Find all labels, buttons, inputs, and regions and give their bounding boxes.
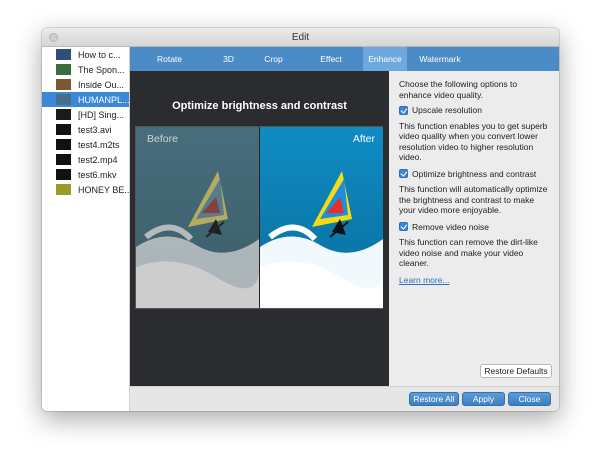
file-label: test2.mp4 <box>78 154 118 165</box>
file-label: HONEY BE... <box>78 184 129 195</box>
window-title: Edit <box>291 32 310 43</box>
upscale-resolution-checkbox[interactable] <box>399 105 408 115</box>
file-item[interactable]: test3.avi <box>42 122 129 137</box>
close-window-button[interactable] <box>49 33 58 42</box>
file-item[interactable]: HONEY BE... <box>42 182 129 197</box>
checkbox-label: Upscale resolution <box>412 105 482 115</box>
remove-noise-option[interactable]: Remove video noise <box>399 222 550 233</box>
file-list: How to c... The Spon... Inside Ou... HUM… <box>42 47 130 411</box>
title-bar: Edit <box>42 28 559 47</box>
restore-all-button[interactable]: Restore All <box>409 392 459 406</box>
tab-enhance[interactable]: Enhance <box>363 47 407 71</box>
file-label: test3.avi <box>78 124 112 135</box>
file-item[interactable]: test4.m2ts <box>42 137 129 152</box>
edit-window: Edit How to c... The Spon... Inside Ou..… <box>42 28 559 411</box>
file-label: Inside Ou... <box>78 79 125 90</box>
video-thumbnail-icon <box>56 49 71 60</box>
comparison-frame: Before After <box>135 126 383 309</box>
video-thumbnail-icon <box>56 184 71 195</box>
preview-title: Optimize brightness and contrast <box>172 100 347 112</box>
tab-watermark[interactable]: Watermark <box>407 47 473 71</box>
video-thumbnail-icon <box>56 139 71 150</box>
video-thumbnail-icon <box>56 79 71 90</box>
preview-panel: Optimize brightness and contrast Before … <box>130 71 389 386</box>
enhance-options-panel: Choose the following options to enhance … <box>389 71 559 386</box>
file-item[interactable]: The Spon... <box>42 62 129 77</box>
video-thumbnail-icon <box>56 124 71 135</box>
close-button[interactable]: Close <box>508 392 551 406</box>
before-label: Before <box>147 133 178 145</box>
optimize-brightness-checkbox[interactable] <box>399 169 408 179</box>
after-label: After <box>352 133 375 145</box>
optimize-brightness-option[interactable]: Optimize brightness and contrast <box>399 169 550 180</box>
tab-crop[interactable]: Crop <box>248 47 299 71</box>
file-item[interactable]: HUMANPL... <box>42 92 129 107</box>
upscale-resolution-option[interactable]: Upscale resolution <box>399 105 550 116</box>
file-item[interactable]: [HD] Sing... <box>42 107 129 122</box>
file-item[interactable]: How to c... <box>42 47 129 62</box>
file-label: [HD] Sing... <box>78 109 125 120</box>
after-image: After <box>260 127 383 308</box>
video-thumbnail-icon <box>56 154 71 165</box>
tab-effect[interactable]: Effect <box>299 47 363 71</box>
video-thumbnail-icon <box>56 169 71 180</box>
video-thumbnail-icon <box>56 109 71 120</box>
file-item[interactable]: Inside Ou... <box>42 77 129 92</box>
restore-defaults-button[interactable]: Restore Defaults <box>480 364 552 378</box>
option-description: This function can remove the dirt-like v… <box>399 237 538 268</box>
options-intro: Choose the following options to enhance … <box>399 79 518 100</box>
file-label: How to c... <box>78 49 121 60</box>
apply-button[interactable]: Apply <box>462 392 505 406</box>
file-item[interactable]: test6.mkv <box>42 167 129 182</box>
footer-bar: Restore All Apply Close <box>130 386 559 411</box>
file-label: test4.m2ts <box>78 139 120 150</box>
tab-rotate[interactable]: Rotate <box>130 47 209 71</box>
windsurfer-image-after <box>260 127 383 308</box>
file-label: HUMANPL... <box>78 94 129 105</box>
before-image: Before <box>136 127 259 308</box>
video-thumbnail-icon <box>56 94 71 105</box>
file-label: The Spon... <box>78 64 125 75</box>
video-thumbnail-icon <box>56 64 71 75</box>
option-description: This function will automatically optimiz… <box>399 184 548 215</box>
remove-noise-checkbox[interactable] <box>399 222 408 232</box>
option-description: This function enables you to get superb … <box>399 120 548 163</box>
learn-more-link[interactable]: Learn more... <box>399 275 450 285</box>
edit-tab-bar: Rotate 3D Crop Effect Enhance Watermark <box>130 47 559 71</box>
checkbox-label: Optimize brightness and contrast <box>412 168 537 179</box>
tab-3d[interactable]: 3D <box>209 47 248 71</box>
file-label: test6.mkv <box>78 169 117 180</box>
file-item[interactable]: test2.mp4 <box>42 152 129 167</box>
checkbox-label: Remove video noise <box>412 221 490 232</box>
windsurfer-image-before <box>136 127 259 308</box>
